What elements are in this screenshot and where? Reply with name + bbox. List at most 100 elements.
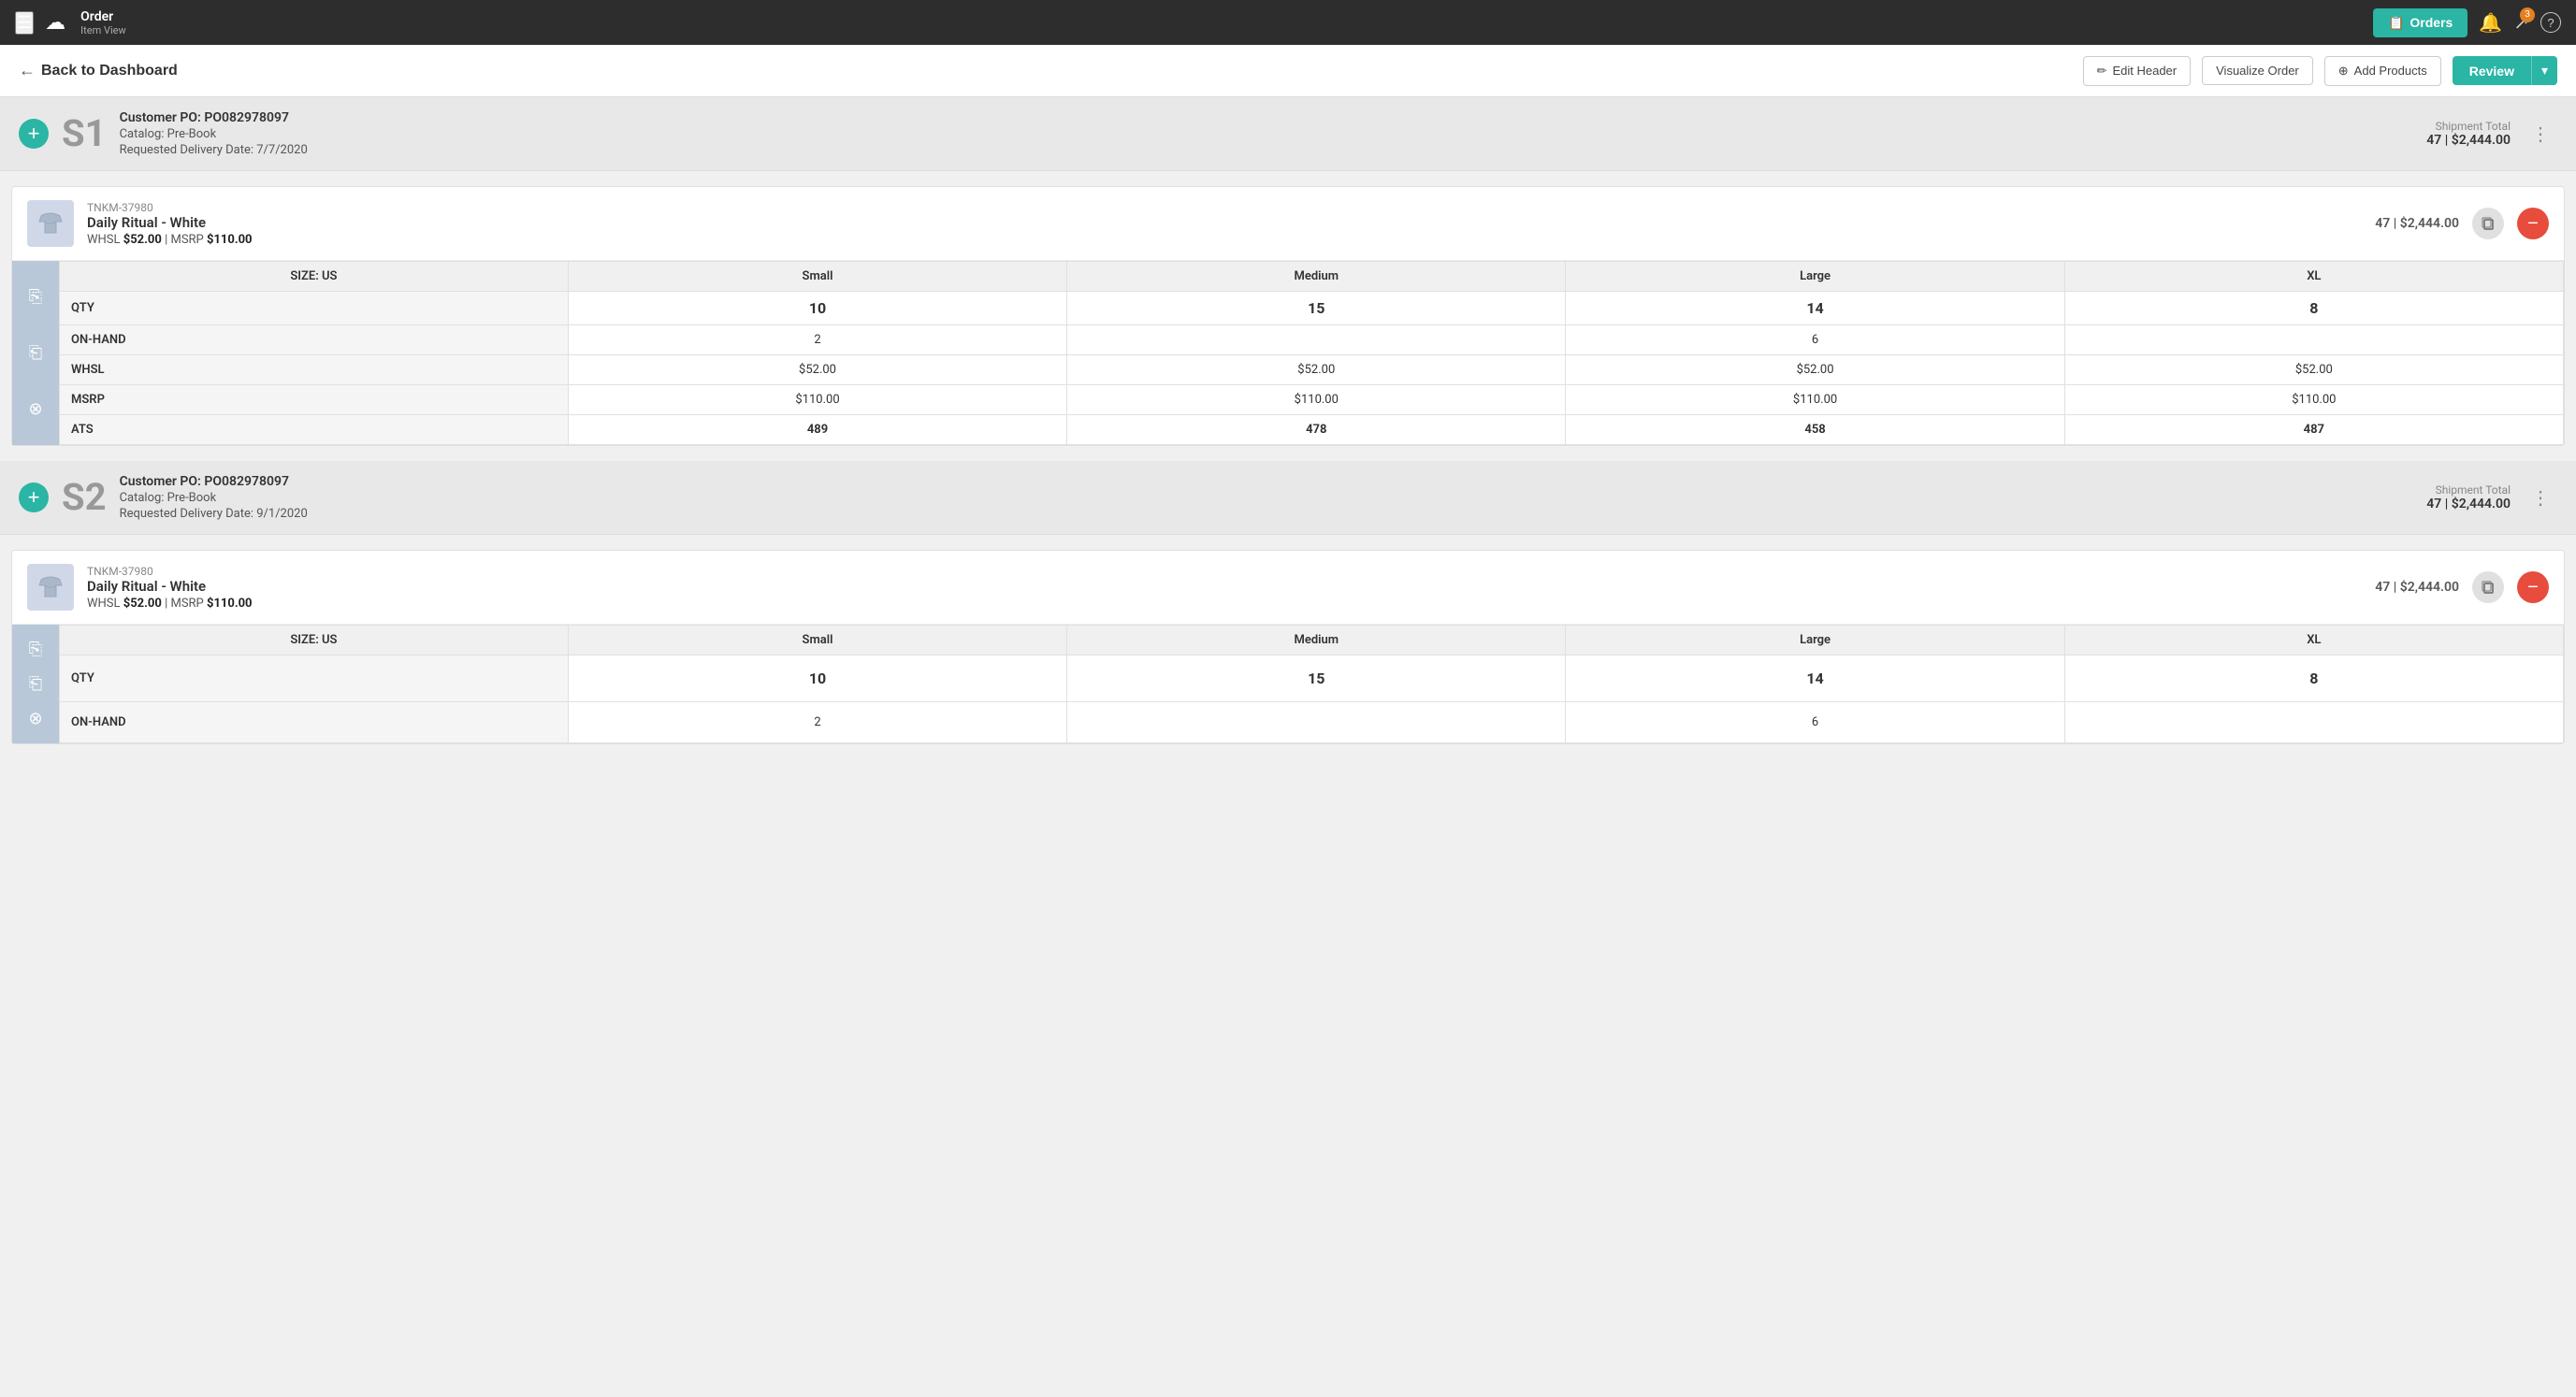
size-header-s2-0-3: Large [1566, 626, 2064, 655]
help-icon: ? [2540, 12, 2561, 33]
size-table-s1-0: SIZE: USSmallMediumLargeXLQTY1015148ON-H… [59, 261, 2564, 445]
size-cell-s1-0-2-1: $52.00 [1067, 355, 1566, 385]
size-cell-s1-0-1-0: 2 [568, 325, 1066, 355]
copy-row-icon-button-s1-0[interactable]: ⎘ [22, 280, 50, 314]
size-header-s1-0-1: Small [568, 262, 1066, 292]
shipment-header-s2: + S2 Customer PO: PO082978097 Catalog: P… [0, 461, 2576, 535]
remove-icon: − [2527, 214, 2539, 233]
clear-row-icon-button-s1-0[interactable]: ⊗ [21, 392, 50, 426]
shipment-delivery-s2: Requested Delivery Date: 9/1/2020 [120, 507, 308, 521]
size-cell-s1-0-2-0: $52.00 [568, 355, 1066, 385]
main-content: + S1 Customer PO: PO082978097 Catalog: P… [0, 97, 2576, 744]
paste-row-icon-button-s2-0[interactable]: ⎗ [22, 667, 50, 701]
clear-row-icon-button-s2-0[interactable]: ⊗ [21, 701, 50, 736]
hamburger-menu-button[interactable]: ☰ [15, 11, 34, 35]
size-table-s2-0: SIZE: USSmallMediumLargeXLQTY1015148ON-H… [59, 625, 2564, 743]
grid-side-actions-s1-0: ⎘ ⎗ ⊗ [12, 261, 59, 445]
shipment-more-button-s1[interactable]: ⋮ [2524, 119, 2557, 150]
size-cell-s1-0-2-2: $52.00 [1566, 355, 2064, 385]
product-image-s2-0 [27, 564, 74, 611]
product-image-s1-0 [27, 200, 74, 247]
product-info-s1-0: TNKM-37980 Daily Ritual - White WHSL $52… [87, 201, 2362, 247]
add-products-button[interactable]: ⊕ Add Products [2324, 56, 2441, 86]
edit-header-label: Edit Header [2112, 64, 2177, 78]
add-products-icon: ⊕ [2338, 64, 2349, 79]
size-header-s1-0-2: Medium [1067, 262, 1566, 292]
edit-icon: ✏ [2097, 64, 2107, 79]
size-cell-s1-0-1-3 [2064, 325, 2563, 355]
product-row-s1-0: TNKM-37980 Daily Ritual - White WHSL $52… [12, 187, 2564, 261]
size-cell-s1-0-4-3: 487 [2064, 415, 2563, 445]
size-row-label-s1-0-1: ON-HAND [60, 325, 569, 355]
notification-icon: 🔔 [2479, 13, 2502, 34]
size-row-label-s1-0-4: ATS [60, 415, 569, 445]
share-badge: 3 [2520, 7, 2535, 22]
size-cell-s1-0-1-2: 6 [1566, 325, 2064, 355]
review-button[interactable]: Review [2453, 56, 2531, 85]
size-cell-s1-0-0-1[interactable]: 15 [1067, 292, 1566, 325]
copy-row-icon-button-s2-0[interactable]: ⎘ [22, 632, 50, 667]
size-cell-s1-0-3-0: $110.00 [568, 385, 1066, 415]
add-to-shipment-s2-button[interactable]: + [19, 482, 49, 512]
shipment-catalog-s2: Catalog: Pre-Book [120, 491, 308, 505]
shipment-catalog-s1: Catalog: Pre-Book [120, 127, 308, 141]
copy-product-button-s2-0[interactable] [2472, 571, 2504, 603]
shipment-more-button-s2[interactable]: ⋮ [2524, 482, 2557, 513]
size-header-s2-0-2: Medium [1067, 626, 1566, 655]
shipment-total-value-s1: 47 | $2,444.00 [2426, 133, 2511, 148]
review-label: Review [2469, 64, 2514, 79]
copy-product-button-s1-0[interactable] [2472, 208, 2504, 239]
size-cell-s1-0-2-3: $52.00 [2064, 355, 2563, 385]
share-button[interactable]: ↗ 3 [2513, 11, 2529, 35]
shipment-code-s2: S2 [62, 479, 107, 516]
remove-product-button-s1-0[interactable]: − [2517, 208, 2549, 239]
notification-button[interactable]: 🔔 [2479, 11, 2502, 35]
size-header-s2-0-4: XL [2064, 626, 2563, 655]
app-logo-icon: ☁ [45, 11, 65, 35]
review-dropdown-button[interactable]: ▾ [2531, 56, 2557, 85]
remove-product-button-s2-0[interactable]: − [2517, 571, 2549, 603]
size-cell-s2-0-0-0[interactable]: 10 [568, 655, 1066, 702]
shipment-delivery-s1: Requested Delivery Date: 7/7/2020 [120, 143, 308, 157]
paste-row-icon-button-s1-0[interactable]: ⎗ [22, 336, 50, 370]
back-arrow-icon: ← [19, 61, 36, 80]
shipment-total-s1: Shipment Total 47 | $2,444.00 [2426, 120, 2511, 148]
size-row-label-s2-0-1: ON-HAND [60, 701, 569, 742]
orders-button[interactable]: 📋 Orders [2373, 8, 2467, 37]
size-cell-s1-0-0-0[interactable]: 10 [568, 292, 1066, 325]
copy-row-icon: ⎘ [29, 640, 42, 659]
shipment-po-s2: Customer PO: PO082978097 [120, 474, 308, 489]
paste-row-icon: ⎗ [29, 674, 42, 694]
add-products-label: Add Products [2354, 64, 2427, 78]
size-header-s1-0-0: SIZE: US [60, 262, 569, 292]
nav-title-main: Order [80, 9, 126, 24]
size-cell-s2-0-0-2[interactable]: 14 [1566, 655, 2064, 702]
edit-header-button[interactable]: ✏ Edit Header [2083, 56, 2192, 86]
size-cell-s2-0-0-1[interactable]: 15 [1067, 655, 1566, 702]
shipment-total-s2: Shipment Total 47 | $2,444.00 [2426, 483, 2511, 511]
size-grid-container-s2-0: ⎘⎗⊗SIZE: USSmallMediumLargeXLQTY1015148O… [12, 625, 2564, 743]
product-name-s2-0: Daily Ritual - White [87, 578, 2362, 595]
size-cell-s2-0-1-2: 6 [1566, 701, 2064, 742]
visualize-order-label: Visualize Order [2216, 64, 2299, 78]
size-header-s2-0-1: Small [568, 626, 1066, 655]
back-to-dashboard-button[interactable]: ← Back to Dashboard [19, 61, 178, 80]
clear-row-icon: ⊗ [28, 399, 42, 419]
product-qty-price-s1-0: 47 | $2,444.00 [2375, 216, 2459, 231]
shipment-po-s1: Customer PO: PO082978097 [120, 110, 308, 125]
product-pricing-s1-0: WHSL $52.00 | MSRP $110.00 [87, 233, 2362, 247]
size-cell-s1-0-3-3: $110.00 [2064, 385, 2563, 415]
size-row-label-s2-0-0: QTY [60, 655, 569, 702]
sub-header: ← Back to Dashboard ✏ Edit Header Visual… [0, 45, 2576, 97]
size-row-label-s1-0-0: QTY [60, 292, 569, 325]
visualize-order-button[interactable]: Visualize Order [2202, 56, 2313, 85]
size-cell-s1-0-0-2[interactable]: 14 [1566, 292, 2064, 325]
help-button[interactable]: ? [2540, 12, 2561, 33]
add-to-shipment-s1-button[interactable]: + [19, 119, 49, 149]
size-row-label-s1-0-2: WHSL [60, 355, 569, 385]
copy-icon [2481, 580, 2496, 595]
size-cell-s2-0-0-3[interactable]: 8 [2064, 655, 2563, 702]
clear-row-icon: ⊗ [28, 709, 42, 728]
size-cell-s1-0-3-2: $110.00 [1566, 385, 2064, 415]
size-cell-s1-0-0-3[interactable]: 8 [2064, 292, 2563, 325]
